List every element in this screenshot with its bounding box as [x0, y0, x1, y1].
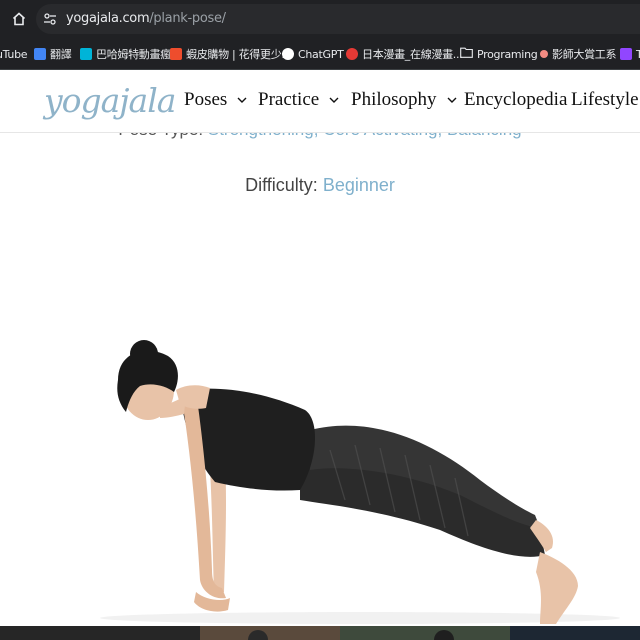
- bookmark-youtube[interactable]: uTube: [0, 46, 28, 62]
- folder-icon: [460, 47, 473, 61]
- plank-pose-photo: [100, 340, 620, 624]
- nav-encyclopedia[interactable]: Encyclopedia: [464, 89, 567, 111]
- photographer-icon: [540, 50, 548, 58]
- bookmark-label: 影師大賞工系: [552, 48, 617, 61]
- bookmark-bahamut[interactable]: 巴哈姆特動畫瘋: [80, 46, 171, 62]
- bookmark-label: 巴哈姆特動畫瘋: [96, 48, 171, 61]
- nav-philosophy[interactable]: Philosophy: [351, 89, 457, 111]
- bookmark-photographer[interactable]: 影師大賞工系: [540, 46, 617, 62]
- manga-site-icon: [346, 48, 358, 60]
- shopee-icon: [170, 48, 182, 60]
- nav-label: Encyclopedia: [464, 89, 568, 110]
- difficulty-value[interactable]: Beginner: [323, 175, 395, 195]
- bookmark-label: ChatGPT: [298, 47, 344, 61]
- home-icon[interactable]: [8, 8, 30, 30]
- translate-icon: [34, 48, 46, 60]
- bookmark-manga[interactable]: 日本漫畫_在線漫畫...: [346, 46, 463, 62]
- bookmark-label: 翻譯: [50, 48, 72, 61]
- bookmark-translate[interactable]: 翻譯: [34, 46, 72, 62]
- bookmark-twitch[interactable]: T: [620, 46, 640, 62]
- bahamut-icon: [80, 48, 92, 60]
- nav-practice[interactable]: Practice: [258, 89, 339, 111]
- bookmark-shopee[interactable]: 蝦皮購物 | 花得更少...: [170, 46, 291, 62]
- bookmark-label: Programing: [477, 47, 538, 61]
- chevron-down-icon: [447, 97, 457, 103]
- chevron-down-icon: [329, 97, 339, 103]
- nav-lifestyle[interactable]: Lifestyle: [571, 89, 639, 111]
- bookmarks-bar: uTube 翻譯 巴哈姆特動畫瘋 蝦皮購物 | 花得更少... ChatGPT …: [0, 38, 640, 70]
- site-header: yogajala Poses Practice Philosophy Encyc…: [0, 71, 640, 133]
- chevron-down-icon: [237, 97, 247, 103]
- nav-label: Lifestyle: [571, 89, 639, 110]
- chatgpt-icon: [282, 48, 294, 60]
- bookmark-label: 日本漫畫_在線漫畫...: [362, 48, 463, 61]
- nav-label: Practice: [258, 89, 320, 110]
- nav-poses[interactable]: Poses: [184, 89, 247, 111]
- site-logo[interactable]: yogajala: [44, 81, 176, 120]
- twitch-icon: [620, 48, 632, 60]
- bookmark-label: T: [636, 48, 640, 61]
- url-domain: yogajala.com: [66, 11, 150, 26]
- difficulty-label: Difficulty:: [245, 175, 318, 195]
- bookmark-folder-programing[interactable]: Programing: [460, 46, 538, 62]
- bottom-media-strip: [0, 626, 640, 640]
- bookmark-label: uTube: [0, 47, 28, 61]
- nav-label: Poses: [184, 89, 228, 110]
- site-info-icon[interactable]: [42, 11, 58, 27]
- difficulty-line: Difficulty: Beginner: [0, 175, 640, 196]
- url-path: /plank-pose/: [149, 11, 226, 26]
- bookmark-chatgpt[interactable]: ChatGPT: [282, 46, 344, 62]
- url-text[interactable]: yogajala.com/plank-pose/: [66, 11, 226, 26]
- video-thumbnail-strip: [0, 626, 640, 640]
- browser-address-bar: yogajala.com/plank-pose/: [0, 0, 640, 38]
- bookmark-label: 蝦皮購物 | 花得更少...: [186, 48, 291, 61]
- nav-label: Philosophy: [351, 89, 437, 110]
